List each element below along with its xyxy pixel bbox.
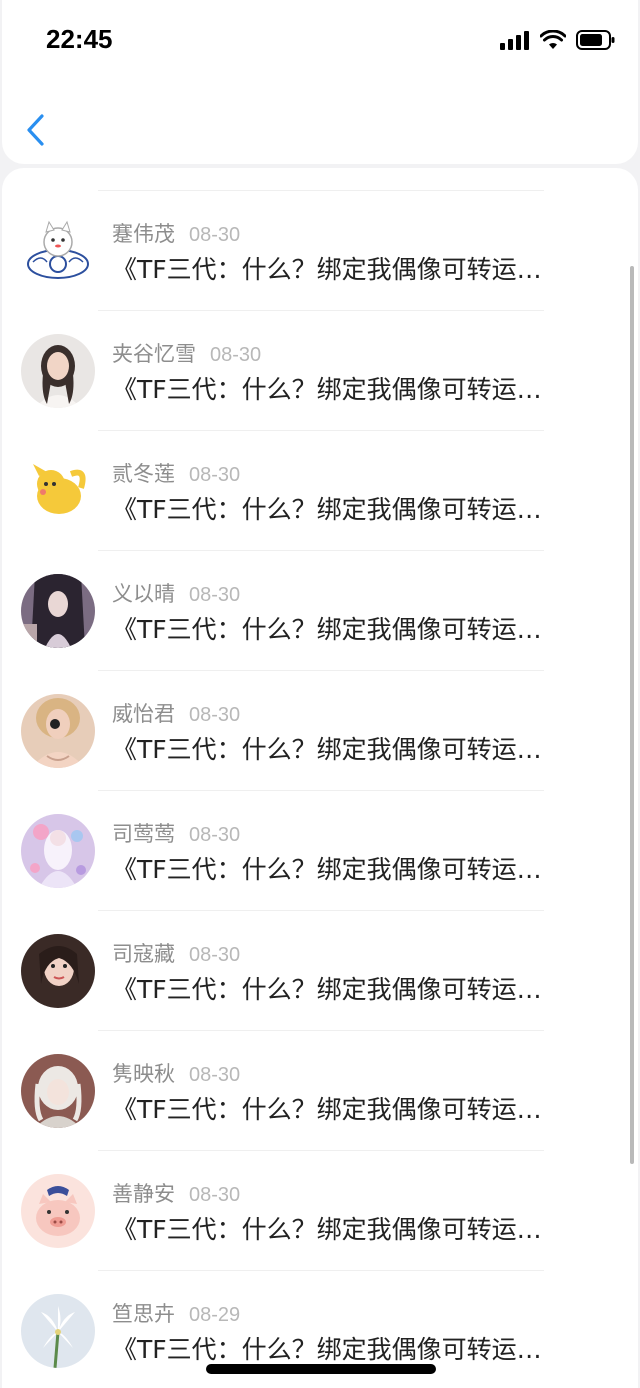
comment-text[interactable]: 《TF三代：什么？绑定我偶像可转运… [112,370,598,406]
comment-meta: 义以晴 08-30 [112,578,240,608]
comment-list[interactable]: 蹇伟茂 08-30 《TF三代：什么？绑定我偶像可转运… 夹谷忆雪 08-30 《TF三代… [2,168,638,1388]
user-name[interactable]: 贰冬莲 [112,462,175,486]
list-item[interactable]: 贰冬莲 08-30 《TF三代：什么？绑定我偶像可转运… [2,430,638,550]
wifi-icon [540,30,566,49]
avatar[interactable] [21,334,95,408]
comment-date: 08-30 [189,464,241,486]
comment-meta: 善静安 08-30 [112,1178,240,1208]
avatar[interactable] [21,214,95,288]
divider [98,1270,544,1271]
list-item[interactable]: 蹇伟茂 08-30 《TF三代：什么？绑定我偶像可转运… [2,190,638,310]
comment-meta: 贰冬莲 08-30 [112,458,240,488]
user-name[interactable]: 司莺莺 [112,822,175,846]
comment-text[interactable]: 《TF三代：什么？绑定我偶像可转运… [112,250,598,286]
avatar[interactable] [21,1054,95,1128]
comment-meta: 隽映秋 08-30 [112,1058,240,1088]
avatar[interactable] [21,694,95,768]
chevron-left-icon [27,114,44,146]
divider [98,670,544,671]
divider [98,190,544,191]
user-name[interactable]: 夹谷忆雪 [112,342,196,366]
list-item[interactable]: 夹谷忆雪 08-30 《TF三代：什么？绑定我偶像可转运… [2,310,638,430]
comment-text[interactable]: 《TF三代：什么？绑定我偶像可转运… [112,1330,598,1366]
top-bar: 22:45 [2,0,638,164]
status-time: 22:45 [46,24,113,54]
divider [98,790,544,791]
comment-date: 08-30 [189,224,241,246]
avatar[interactable] [21,574,95,648]
comment-text[interactable]: 《TF三代：什么？绑定我偶像可转运… [112,970,598,1006]
list-item[interactable]: 司寇藏 08-30 《TF三代：什么？绑定我偶像可转运… [2,910,638,1030]
comment-date: 08-29 [189,1304,241,1326]
comment-text[interactable]: 《TF三代：什么？绑定我偶像可转运… [112,850,598,886]
user-name[interactable]: 司寇藏 [112,942,175,966]
comment-date: 08-30 [189,1064,241,1086]
comment-date: 08-30 [189,824,241,846]
comment-text[interactable]: 《TF三代：什么？绑定我偶像可转运… [112,1210,598,1246]
comment-text[interactable]: 《TF三代：什么？绑定我偶像可转运… [112,1090,598,1126]
list-item[interactable]: 隽映秋 08-30 《TF三代：什么？绑定我偶像可转运… [2,1030,638,1150]
list-item[interactable]: 善静安 08-30 《TF三代：什么？绑定我偶像可转运… [2,1150,638,1270]
comment-date: 08-30 [189,584,241,606]
comment-meta: 司寇藏 08-30 [112,938,240,968]
home-indicator [206,1364,436,1374]
back-button[interactable] [24,108,56,152]
comment-text[interactable]: 《TF三代：什么？绑定我偶像可转运… [112,610,598,646]
divider [98,1150,544,1151]
signal-icon [500,31,529,50]
comment-meta: 威怡君 08-30 [112,698,240,728]
avatar[interactable] [21,454,95,528]
battery-icon [576,30,615,50]
comment-date: 08-30 [189,704,241,726]
user-name[interactable]: 隽映秋 [112,1062,175,1086]
avatar[interactable] [21,1174,95,1248]
comment-text[interactable]: 《TF三代：什么？绑定我偶像可转运… [112,490,598,526]
list-item[interactable]: 威怡君 08-30 《TF三代：什么？绑定我偶像可转运… [2,670,638,790]
user-name[interactable]: 善静安 [112,1182,175,1206]
scrollbar[interactable] [630,266,634,1164]
avatar[interactable] [21,814,95,888]
comment-meta: 夹谷忆雪 08-30 [112,338,261,368]
user-name[interactable]: 义以晴 [112,582,175,606]
comment-date: 08-30 [189,944,241,966]
comment-meta: 蹇伟茂 08-30 [112,218,240,248]
divider [98,1030,544,1031]
list-item[interactable]: 义以晴 08-30 《TF三代：什么？绑定我偶像可转运… [2,550,638,670]
divider [98,430,544,431]
avatar[interactable] [21,1294,95,1368]
user-name[interactable]: 蹇伟茂 [112,222,175,246]
divider [98,310,544,311]
user-name[interactable]: 笪思卉 [112,1302,175,1326]
comment-text[interactable]: 《TF三代：什么？绑定我偶像可转运… [112,730,598,766]
comment-meta: 司莺莺 08-30 [112,818,240,848]
list-item[interactable]: 司莺莺 08-30 《TF三代：什么？绑定我偶像可转运… [2,790,638,910]
status-icons [500,28,616,52]
comment-date: 08-30 [189,1184,241,1206]
user-name[interactable]: 威怡君 [112,702,175,726]
comment-meta: 笪思卉 08-29 [112,1298,240,1328]
avatar[interactable] [21,934,95,1008]
divider [98,550,544,551]
comment-date: 08-30 [210,344,262,366]
divider [98,910,544,911]
